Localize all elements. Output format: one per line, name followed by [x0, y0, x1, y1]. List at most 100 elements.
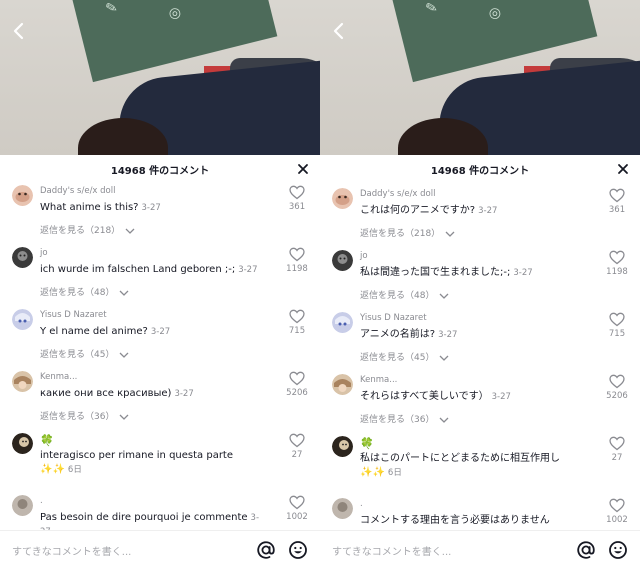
comment-item: Daddy's s/e/x doll これは何のアニメですか? 3-27 返信を見… — [320, 188, 640, 250]
comment-username[interactable]: 🍀 — [40, 434, 54, 447]
view-replies-button[interactable]: 返信を見る（36） — [40, 409, 129, 422]
like-button[interactable]: 1002 — [604, 498, 630, 525]
comment-date: 6日 — [67, 465, 82, 475]
like-count: 1198 — [606, 267, 628, 277]
like-count: 27 — [291, 450, 303, 460]
view-replies-button[interactable]: 返信を見る（218） — [40, 223, 135, 236]
avatar[interactable] — [332, 188, 353, 209]
like-count: 715 — [608, 329, 626, 339]
comment-username[interactable]: Daddy's s/e/x doll — [360, 189, 435, 199]
comment-item: Yisus D Nazaret Y el name del anime? 3-27… — [0, 309, 320, 371]
comment-item: Daddy's s/e/x doll What anime is this? 3-… — [0, 185, 320, 247]
heart-icon — [289, 495, 305, 510]
comment-username[interactable]: 🍀 — [360, 437, 374, 450]
back-arrow-icon[interactable] — [328, 20, 350, 42]
avatar[interactable] — [12, 371, 33, 392]
comment-username[interactable]: . — [360, 499, 363, 509]
comments-screen-right: ✎ ◎ 14968 件のコメント Daddy's s/e/x doll これは何… — [320, 0, 640, 569]
avatar[interactable] — [332, 498, 353, 519]
like-count: 1198 — [286, 264, 308, 274]
emoji-icon[interactable] — [288, 540, 308, 560]
avatar[interactable] — [12, 247, 33, 268]
comment-username[interactable]: Daddy's s/e/x doll — [40, 186, 115, 196]
comment-username[interactable]: Kenma... — [40, 372, 77, 382]
at-icon[interactable] — [256, 540, 276, 560]
comment-count-title: 14968 件のコメント — [430, 166, 530, 177]
back-arrow-icon[interactable] — [8, 20, 30, 42]
like-count: 1002 — [286, 512, 308, 522]
comment-text: 私は間違った国で生まれました;-; 3-27 — [360, 267, 533, 278]
comment-date: 3-27 — [174, 389, 194, 399]
comment-username[interactable]: Yisus D Nazaret — [360, 313, 427, 323]
like-count: 27 — [611, 453, 623, 463]
like-button[interactable]: 361 — [284, 185, 310, 212]
avatar[interactable] — [12, 185, 33, 206]
comments-screen-left: ✎ ◎ 14968 件のコメント Daddy's s/e/x doll What… — [0, 0, 320, 569]
chevron-down-icon — [119, 289, 129, 297]
comment-date: 3-27 — [238, 265, 258, 275]
comment-text: ich wurde im falschen Land geboren ;-; 3-… — [40, 264, 258, 275]
comment-username[interactable]: jo — [360, 251, 368, 261]
avatar[interactable] — [332, 250, 353, 271]
like-button[interactable]: 5206 — [284, 371, 310, 398]
like-button[interactable]: 5206 — [604, 374, 630, 401]
comment-text: それらはすべて美しいです） 3-27 — [360, 391, 511, 402]
view-replies-button[interactable]: 返信を見る（36） — [360, 412, 449, 425]
view-replies-button[interactable]: 返信を見る（45） — [360, 350, 449, 363]
view-replies-button[interactable]: 返信を見る（48） — [360, 288, 449, 301]
close-icon[interactable] — [296, 161, 310, 175]
comment-input-bar: すてきなコメントを書く... — [0, 530, 320, 569]
heart-icon — [289, 309, 305, 324]
heart-icon — [609, 374, 625, 389]
comments-sheet: 14968 件のコメント Daddy's s/e/x doll What ani… — [0, 155, 320, 569]
like-button[interactable]: 715 — [284, 309, 310, 336]
close-icon[interactable] — [616, 161, 630, 175]
comment-text: What anime is this? 3-27 — [40, 202, 161, 213]
heart-icon — [609, 250, 625, 265]
like-button[interactable]: 1198 — [604, 250, 630, 277]
comment-date: 3-27 — [491, 392, 511, 402]
emoji-icon[interactable] — [608, 540, 628, 560]
chevron-down-icon — [445, 230, 455, 238]
comments-sheet: 14968 件のコメント Daddy's s/e/x doll これは何のアニメ… — [320, 155, 640, 569]
like-button[interactable]: 1198 — [284, 247, 310, 274]
view-replies-button[interactable]: 返信を見る（218） — [360, 226, 455, 239]
comment-date: 6日 — [387, 468, 402, 478]
like-button[interactable]: 715 — [604, 312, 630, 339]
like-button[interactable]: 27 — [284, 433, 310, 460]
sheet-header: 14968 件のコメント — [320, 155, 640, 183]
comment-item: Yisus D Nazaret アニメの名前は? 3-27 返信を見る（45） 7… — [320, 312, 640, 374]
comment-text: これは何のアニメですか? 3-27 — [360, 205, 498, 216]
view-replies-button[interactable]: 返信を見る（45） — [40, 347, 129, 360]
comment-input[interactable]: すてきなコメントを書く... — [12, 543, 131, 558]
heart-icon — [289, 371, 305, 386]
avatar[interactable] — [332, 312, 353, 333]
like-button[interactable]: 1002 — [284, 495, 310, 522]
comment-date: 3-27 — [150, 327, 171, 337]
comment-text: Y el name del anime? 3-27 — [40, 326, 171, 337]
comment-username[interactable]: . — [40, 496, 43, 506]
comment-item: jo 私は間違った国で生まれました;-; 3-27 返信を見る（48） 1198 — [320, 250, 640, 312]
comment-username[interactable]: Kenma... — [360, 375, 397, 385]
comment-text: какие они все красивые) 3-27 — [40, 388, 194, 399]
avatar[interactable] — [332, 374, 353, 395]
chevron-down-icon — [125, 227, 135, 235]
avatar[interactable] — [12, 309, 33, 330]
comment-text: コメントする理由を言う必要はありません — [360, 515, 550, 526]
like-button[interactable]: 27 — [604, 436, 630, 463]
like-button[interactable]: 361 — [604, 188, 630, 215]
avatar[interactable] — [12, 433, 33, 454]
comment-input[interactable]: すてきなコメントを書く... — [332, 543, 451, 558]
like-count: 715 — [288, 326, 306, 336]
at-icon[interactable] — [576, 540, 596, 560]
comment-item: 🍀 私はこのパートにとどまるために相互作用し ✨✨ 6日 27 — [320, 436, 640, 498]
comment-item: 🍀 interagisco per rimane in questa parte… — [0, 433, 320, 495]
view-replies-button[interactable]: 返信を見る（48） — [40, 285, 129, 298]
comment-username[interactable]: jo — [40, 248, 48, 258]
avatar[interactable] — [332, 436, 353, 457]
avatar[interactable] — [12, 495, 33, 516]
comment-username[interactable]: Yisus D Nazaret — [40, 310, 107, 320]
heart-icon — [609, 188, 625, 203]
heart-icon — [289, 185, 305, 200]
chevron-down-icon — [119, 351, 129, 359]
